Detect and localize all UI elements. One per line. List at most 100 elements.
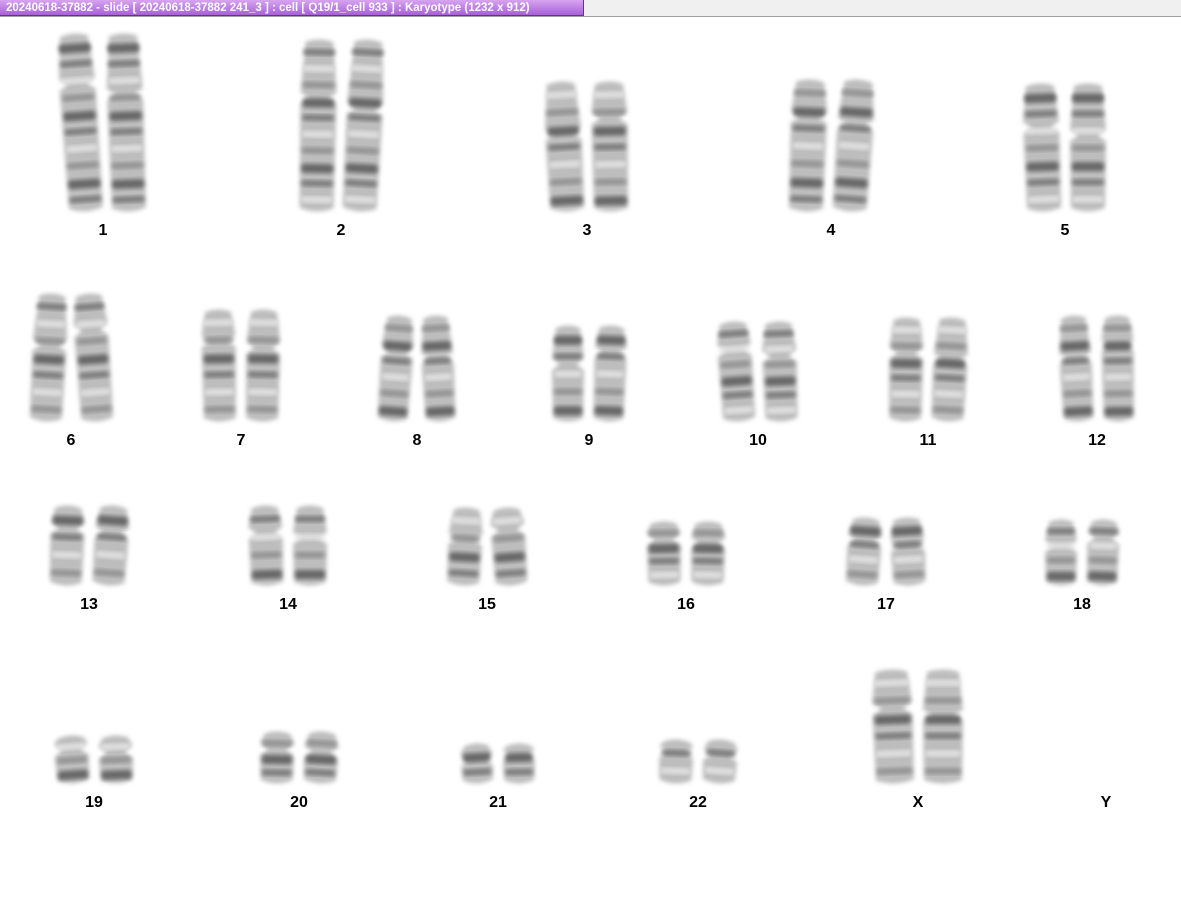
chromatid [646,521,681,586]
chromosome-label: Y [1100,794,1112,811]
chromosome-pair-y[interactable] [1067,784,1145,794]
chromatid [702,739,738,784]
chromatid [1045,519,1077,586]
chromosome-label: 4 [826,222,836,239]
chromosome-label: 18 [1073,596,1091,613]
chromosome-label: 5 [1060,222,1070,239]
chromatid [29,293,67,422]
chromatid [460,743,494,784]
chromosome-pair-22[interactable] [659,739,738,794]
chromatid [260,731,295,784]
chromatid [1086,519,1120,586]
chromosome-pair-3[interactable] [545,81,629,222]
chromosome-label: 16 [677,596,695,613]
chromosome-image [717,321,798,422]
window-titlebar[interactable]: 20240618-37882 - slide [ 20240618-37882 … [0,0,1181,17]
chromosome-pair-20[interactable] [260,731,339,794]
chromosome-label: 21 [489,794,507,811]
chromosome-label: 20 [290,794,308,811]
chromatid [106,33,146,212]
chromatid [545,81,585,212]
chromatid [447,507,483,586]
chromatid [762,321,798,422]
chromosome-image [545,81,629,212]
chromatid [49,505,85,586]
chromosome-image [447,507,528,586]
chromosome-image [872,669,963,784]
chromosome-pair-x[interactable] [872,669,963,794]
chromosome-label: 8 [412,432,422,449]
chromosome-pair-15[interactable] [447,507,528,596]
chromosome-label: 19 [85,794,103,811]
chromosome-pair-21[interactable] [460,743,535,794]
chromosome-pair-5[interactable] [1023,83,1106,222]
chromosome-pair-14[interactable] [248,505,327,596]
chromatid [299,39,337,212]
chromosome-label: 13 [80,596,98,613]
chromosome-image [1059,315,1134,422]
chromatid [248,505,284,586]
chromosome-image [260,731,339,784]
chromosome-image [552,325,627,422]
chromosome-pair-10[interactable] [717,321,798,432]
chromosome-image [299,39,384,212]
chromosome-label: 7 [236,432,246,449]
chromosome-label: 12 [1088,432,1106,449]
chromatid [201,309,236,422]
chromosome-pair-4[interactable] [788,79,874,222]
chromosome-image [53,735,133,784]
chromatid [377,315,414,422]
chromosome-image [29,293,114,422]
chromatid [342,39,384,212]
chromatid [593,325,627,422]
chromosome-pair-2[interactable] [299,39,384,222]
chromosome-label: 11 [919,432,937,449]
chromosome-pair-1[interactable] [58,33,146,222]
chromosome-label: 17 [877,596,895,613]
chromatid [1023,83,1062,212]
chromatid [845,517,883,586]
chromatid [246,309,281,422]
chromosome-image [248,505,327,586]
chromosome-pair-7[interactable] [201,309,281,432]
chromatid [691,521,726,586]
chromatid [890,517,926,586]
chromosome-pair-11[interactable] [889,317,968,432]
chromosome-pair-19[interactable] [53,735,133,794]
chromosome-image [889,317,968,422]
chromosome-pair-8[interactable] [377,315,456,432]
chromatid [591,81,629,212]
window-title: 20240618-37882 - slide [ 20240618-37882 … [0,0,584,16]
chromosome-image [201,309,281,422]
chromosome-image [1023,83,1106,212]
chromatid [931,317,968,422]
chromatid [872,669,914,784]
chromosome-image [460,743,535,784]
chromatid [53,735,90,784]
chromosome-pair-12[interactable] [1059,315,1134,432]
chromatid [92,505,130,586]
chromosome-image [58,33,146,212]
chromatid [1070,83,1106,212]
chromosome-label: 22 [689,794,707,811]
chromosome-pair-9[interactable] [552,325,627,432]
chromatid [1059,315,1094,422]
chromosome-label: 1 [98,222,108,239]
chromosome-pair-6[interactable] [29,293,114,432]
chromosome-pair-16[interactable] [646,521,726,596]
chromatid [98,735,133,784]
chromatid [788,79,828,212]
chromatid [58,33,103,212]
chromosome-pair-17[interactable] [845,517,926,596]
chromatid [421,315,456,422]
chromatid [293,505,327,586]
chromosome-image [646,521,726,586]
chromosome-image [377,315,456,422]
chromosome-image [845,517,926,586]
chromosome-pair-18[interactable] [1045,519,1120,596]
chromatid [303,731,339,784]
chromosome-label: 3 [582,222,592,239]
chromosome-pair-13[interactable] [49,505,130,596]
chromatid [1101,315,1134,422]
chromatid [659,739,694,784]
